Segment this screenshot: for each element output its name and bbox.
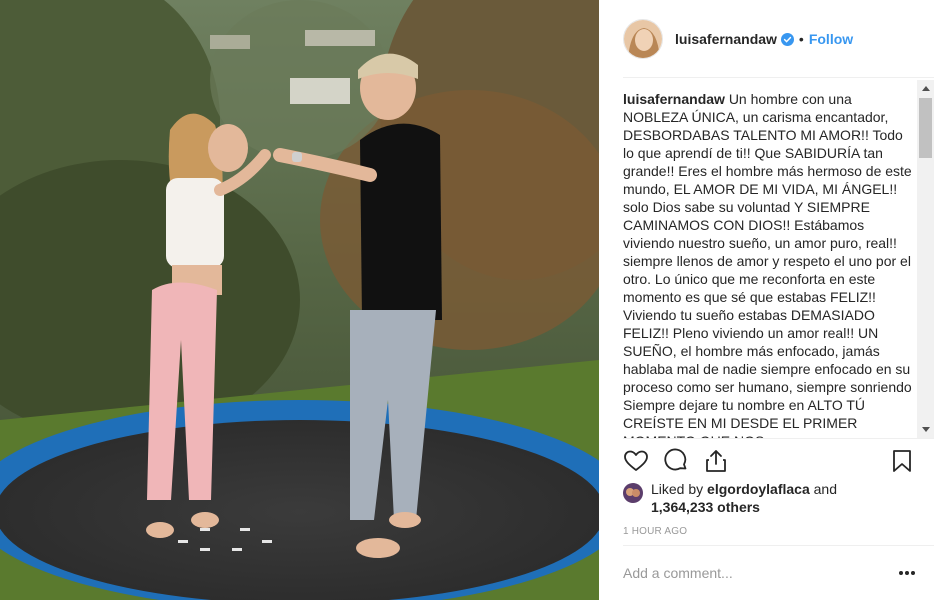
- likes-conjunction: and: [813, 481, 837, 497]
- scrollbar-thumb[interactable]: [919, 98, 932, 158]
- scroll-up-arrow-icon[interactable]: [917, 80, 934, 97]
- avatar-image: [624, 20, 662, 58]
- add-comment-input[interactable]: [623, 565, 873, 581]
- post-timestamp[interactable]: 1 HOUR AGO: [623, 526, 687, 537]
- caption-scrollbar[interactable]: [917, 80, 934, 438]
- post-caption: luisafernandaw Un hombre con una NOBLEZA…: [623, 90, 913, 438]
- actions-divider: [623, 438, 934, 439]
- liker-avatar[interactable]: [623, 483, 643, 503]
- likes-summary: Liked by elgordoylaflaca and 1,364,233 o…: [623, 480, 913, 516]
- likes-text: Liked by elgordoylaflaca and 1,364,233 o…: [651, 480, 913, 516]
- post-photo[interactable]: [0, 0, 599, 600]
- photo-couple-on-trampoline: [0, 0, 599, 600]
- caption-text: Un hombre con una NOBLEZA ÚNICA, un cari…: [623, 91, 912, 438]
- more-options-icon[interactable]: [897, 565, 917, 581]
- post-detail-panel: luisafernandaw • Follow luisafernandaw U…: [599, 0, 934, 600]
- post-header: luisafernandaw • Follow: [599, 0, 934, 78]
- likes-count[interactable]: 1,364,233 others: [651, 499, 760, 515]
- share-icon[interactable]: [703, 448, 729, 474]
- likes-prefix: Liked by: [651, 481, 704, 497]
- liker-username[interactable]: elgordoylaflaca: [707, 481, 810, 497]
- caption-scroll-area[interactable]: luisafernandaw Un hombre con una NOBLEZA…: [623, 80, 934, 438]
- caption-username[interactable]: luisafernandaw: [623, 91, 725, 107]
- comment-bubble-icon[interactable]: [663, 448, 689, 474]
- verified-badge-icon: [780, 32, 794, 46]
- author-username[interactable]: luisafernandaw: [675, 31, 777, 47]
- follow-button[interactable]: Follow: [809, 31, 853, 47]
- header-separator: •: [798, 31, 804, 47]
- author-avatar[interactable]: [623, 19, 663, 59]
- add-comment-bar: [623, 546, 919, 600]
- post-actions-bar: [623, 448, 913, 476]
- bookmark-icon[interactable]: [889, 448, 915, 474]
- scroll-down-arrow-icon[interactable]: [917, 421, 934, 438]
- heart-icon[interactable]: [623, 448, 649, 474]
